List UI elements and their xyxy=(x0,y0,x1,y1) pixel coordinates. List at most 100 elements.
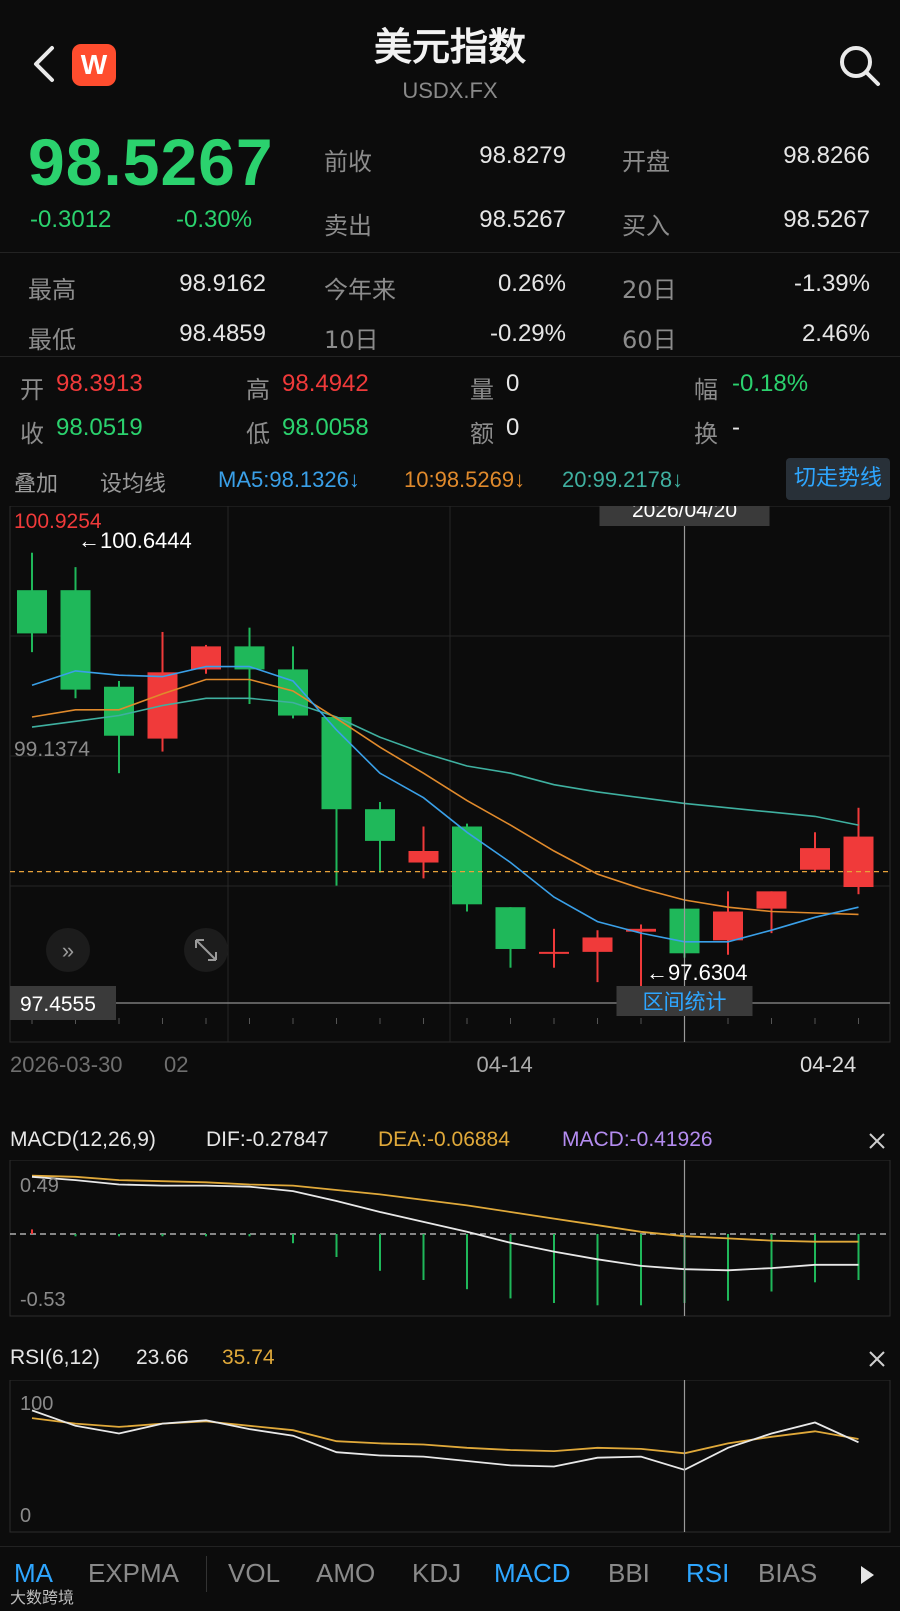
macd-histogram-bar xyxy=(205,1234,207,1237)
candle-vol-label: 量 xyxy=(470,376,494,404)
macd-value: MACD:-0.41926 xyxy=(562,1128,713,1151)
candle-body xyxy=(713,911,743,941)
date-label: 04-24 xyxy=(800,1052,856,1077)
close-macd-icon[interactable] xyxy=(866,1130,888,1152)
candle-open-label: 开 xyxy=(20,376,44,404)
macd-histogram-bar xyxy=(335,1234,338,1257)
overlay-button[interactable]: 叠加 xyxy=(14,466,58,498)
open-label: 开盘 xyxy=(622,148,670,176)
macd-histogram-bar xyxy=(466,1234,468,1290)
bid-value: 98.5267 xyxy=(783,206,870,233)
price-change-pct: -0.30% xyxy=(176,206,253,233)
ytd-label: 今年来 xyxy=(324,276,396,304)
ma10-readout: 10:98.5269↓ xyxy=(404,467,526,492)
tab-divider xyxy=(206,1556,207,1592)
candle-body xyxy=(582,937,613,952)
candle-body xyxy=(452,826,482,905)
current-price: 98.5267 xyxy=(28,125,274,199)
min-price-annotation: ←97.6304 xyxy=(646,960,748,985)
watermark: 大数跨境 xyxy=(10,1588,75,1607)
macd-chart[interactable]: 0.49 -0.53 xyxy=(0,1160,900,1320)
range-stats-button: 区间统计 xyxy=(643,991,727,1014)
macd-frame xyxy=(9,1160,891,1317)
candle-high-value: 98.4942 xyxy=(282,370,369,397)
candle-body xyxy=(843,836,874,888)
rsi-chart[interactable]: 100 0 xyxy=(0,1380,900,1536)
macd-histogram-bar xyxy=(118,1234,120,1237)
more-tabs-icon[interactable] xyxy=(858,1564,876,1586)
date-label: 02 xyxy=(164,1052,188,1077)
macd-histogram-bar xyxy=(727,1234,729,1301)
rsi-bottom-label: 0 xyxy=(20,1505,31,1527)
candle-body xyxy=(17,590,47,634)
divider xyxy=(0,252,900,253)
candle-turn-value: - xyxy=(732,414,740,441)
candle-amt-label: 额 xyxy=(470,420,494,448)
macd-top-label: 0.49 xyxy=(20,1175,59,1197)
candle-body xyxy=(365,809,395,841)
d10-label: 10日 xyxy=(324,326,379,354)
rsi-frame xyxy=(9,1380,891,1533)
candle-open-value: 98.3913 xyxy=(56,370,143,397)
macd-histogram-bar xyxy=(292,1234,294,1244)
switch-trend-button[interactable]: 切走势线 xyxy=(786,458,890,500)
tab-amo[interactable]: AMO xyxy=(316,1558,375,1589)
max-price-annotation: ←100.6444 xyxy=(78,528,192,553)
macd-histogram-bar xyxy=(74,1234,77,1237)
candle-body xyxy=(495,907,526,949)
d20-value: -1.39% xyxy=(793,270,870,297)
set-ma-button[interactable]: 设均线 xyxy=(100,466,166,498)
d20-label: 20日 xyxy=(622,276,677,304)
tab-bbi[interactable]: BBI xyxy=(608,1558,650,1589)
candle-close-label: 收 xyxy=(20,420,44,448)
macd-dea: DEA:-0.06884 xyxy=(378,1128,510,1151)
tab-macd[interactable]: MACD xyxy=(494,1558,571,1589)
page-title: 美元指数 xyxy=(373,25,526,69)
candlestick-chart[interactable]: 2026/04/2097.4555 区间统计100.9254←100.644499… xyxy=(0,506,900,1086)
divider xyxy=(0,1546,900,1547)
rsi-title: RSI(6,12) xyxy=(10,1346,100,1369)
crosshair-date: 2026/04/20 xyxy=(632,506,737,522)
rsi12-value: 35.74 xyxy=(222,1346,275,1369)
macd-histogram-bar xyxy=(379,1234,381,1271)
rsi-top-label: 100 xyxy=(20,1393,53,1415)
macd-histogram-bar xyxy=(422,1234,425,1280)
macd-histogram-bar xyxy=(248,1234,251,1237)
candle-low-label: 低 xyxy=(246,420,270,448)
ma20-readout: 20:99.2178↓ xyxy=(562,467,684,492)
ma5-readout: MA5:98.1326↓ xyxy=(218,467,360,492)
candle-body xyxy=(756,891,787,909)
candle-amt-value: 0 xyxy=(506,414,520,441)
open-value: 98.8266 xyxy=(783,142,870,169)
tab-rsi[interactable]: RSI xyxy=(686,1558,729,1589)
close-rsi-icon[interactable] xyxy=(866,1348,888,1370)
tab-expma[interactable]: EXPMA xyxy=(88,1558,179,1589)
tab-bias[interactable]: BIAS xyxy=(758,1558,817,1589)
macd-histogram-bar xyxy=(553,1234,555,1303)
tab-vol[interactable]: VOL xyxy=(228,1558,280,1589)
macd-histogram-bar xyxy=(31,1229,33,1234)
date-label: 2026-03-30 xyxy=(10,1052,123,1077)
tab-kdj[interactable]: KDJ xyxy=(412,1558,461,1589)
high-value: 98.9162 xyxy=(179,270,266,297)
mid-price-label: 99.1374 xyxy=(14,738,90,761)
candle-body xyxy=(408,850,439,863)
ask-label: 卖出 xyxy=(324,212,372,240)
macd-histogram-bar xyxy=(161,1234,164,1237)
macd-bottom-label: -0.53 xyxy=(20,1289,66,1311)
macd-dif-line xyxy=(31,1175,859,1272)
d60-label: 60日 xyxy=(622,326,677,354)
prev-close-label: 前收 xyxy=(324,148,372,176)
rsi12-line xyxy=(31,1417,859,1455)
low-label: 最低 xyxy=(28,326,76,354)
candle-low-value: 98.0058 xyxy=(282,414,369,441)
d10-value: -0.29% xyxy=(489,320,566,347)
date-label: 04-14 xyxy=(477,1052,533,1077)
rsi6-value: 23.66 xyxy=(136,1346,189,1369)
macd-histogram-bar xyxy=(640,1234,642,1306)
divider xyxy=(0,356,900,357)
candle-amp-label: 幅 xyxy=(694,376,718,404)
candle-body xyxy=(800,848,830,870)
expand-left-glyph: » xyxy=(62,938,74,963)
search-icon[interactable] xyxy=(836,42,884,90)
